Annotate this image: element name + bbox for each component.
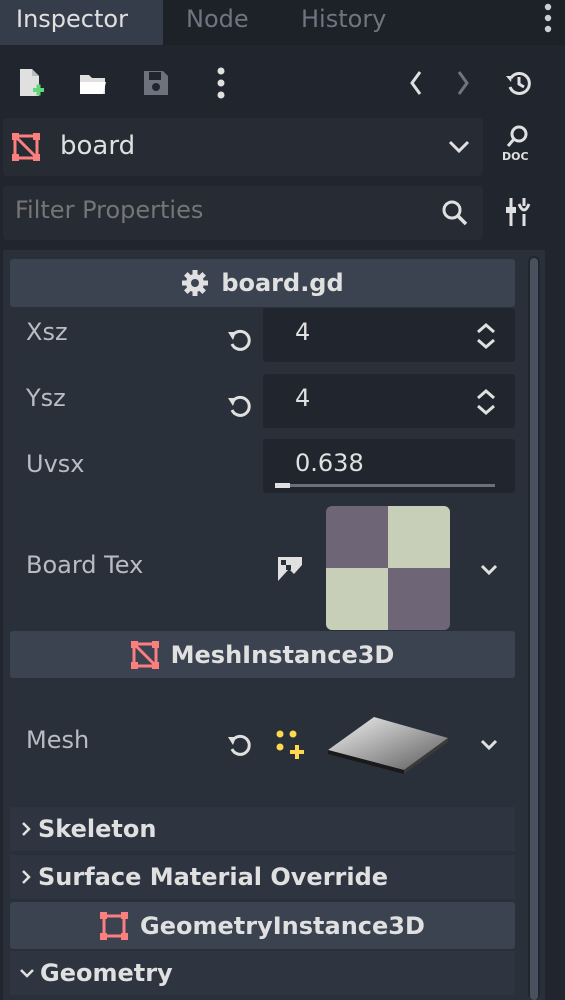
mesh-instance-section-header[interactable]: MeshInstance3D	[10, 631, 515, 678]
group-surface-material-override-label: Surface Material Override	[38, 863, 389, 891]
new-resource-icon[interactable]	[10, 63, 50, 103]
tab-history[interactable]: History	[301, 0, 386, 45]
more-vertical-icon[interactable]	[201, 63, 241, 103]
object-selector[interactable]: board	[3, 118, 483, 176]
geometry-instance-icon	[100, 911, 129, 940]
search-icon	[441, 199, 469, 227]
revert-icon[interactable]	[226, 392, 254, 420]
texture-icon[interactable]	[275, 554, 305, 584]
object-selector-label: board	[60, 131, 136, 161]
geometry-instance-section-title: GeometryInstance3D	[140, 911, 425, 940]
group-geometry[interactable]: Geometry	[10, 951, 515, 995]
group-geometry-label: Geometry	[40, 959, 173, 987]
group-surface-material-override[interactable]: Surface Material Override	[10, 855, 515, 899]
history-forward-icon[interactable]	[443, 63, 483, 103]
make-unique-icon[interactable]	[274, 728, 308, 762]
filter-properties-field[interactable]	[3, 186, 483, 240]
mesh-preview[interactable]	[326, 712, 450, 774]
ysz-value: 4	[295, 384, 311, 412]
ysz-spinbox[interactable]: 4	[263, 374, 515, 428]
save-icon[interactable]	[136, 63, 176, 103]
tools-icon[interactable]	[503, 196, 533, 228]
spin-arrows-icon[interactable]	[475, 387, 497, 417]
gear-icon	[181, 269, 209, 297]
doc-label: DOC	[502, 150, 529, 163]
geometry-instance-section-header[interactable]: GeometryInstance3D	[10, 902, 515, 949]
uvsx-slider-track[interactable]	[275, 483, 495, 488]
chevron-down-icon	[447, 138, 471, 156]
script-section-title: board.gd	[221, 269, 344, 297]
chevron-right-icon	[18, 867, 34, 887]
chevron-right-icon	[18, 819, 34, 839]
revert-icon[interactable]	[226, 731, 254, 759]
mesh-label: Mesh	[26, 726, 90, 754]
xsz-value: 4	[295, 318, 311, 346]
open-folder-icon[interactable]	[73, 63, 113, 103]
history-back-icon[interactable]	[396, 63, 436, 103]
tab-menu-icon[interactable]	[531, 0, 565, 45]
script-section-header[interactable]: board.gd	[10, 259, 515, 307]
mesh-node-icon	[12, 133, 40, 161]
recent-history-icon[interactable]	[499, 63, 539, 103]
chevron-down-icon[interactable]	[478, 562, 500, 578]
group-skeleton[interactable]: Skeleton	[10, 807, 515, 851]
chevron-down-icon	[18, 963, 36, 983]
mesh-node-icon	[130, 640, 159, 669]
group-skeleton-label: Skeleton	[38, 815, 157, 843]
tab-inspector[interactable]: Inspector	[0, 0, 163, 45]
xsz-label: Xsz	[26, 318, 68, 346]
tab-node[interactable]: Node	[186, 0, 249, 45]
uvsx-slider-fill	[275, 483, 291, 488]
uvsx-slider-field[interactable]: 0.638	[263, 439, 515, 493]
mesh-instance-section-title: MeshInstance3D	[170, 640, 395, 669]
chevron-down-icon[interactable]	[478, 737, 500, 753]
ysz-label: Ysz	[26, 384, 66, 412]
board-tex-label: Board Tex	[26, 551, 144, 579]
xsz-spinbox[interactable]: 4	[263, 308, 515, 362]
uvsx-label: Uvsx	[26, 450, 85, 478]
filter-properties-input[interactable]	[15, 196, 415, 224]
doc-button[interactable]: DOC	[497, 124, 541, 170]
spin-arrows-icon[interactable]	[475, 321, 497, 351]
board-tex-preview[interactable]	[326, 506, 450, 630]
revert-icon[interactable]	[226, 326, 254, 354]
uvsx-value: 0.638	[295, 449, 364, 477]
scrollbar-thumb[interactable]	[530, 258, 538, 1000]
